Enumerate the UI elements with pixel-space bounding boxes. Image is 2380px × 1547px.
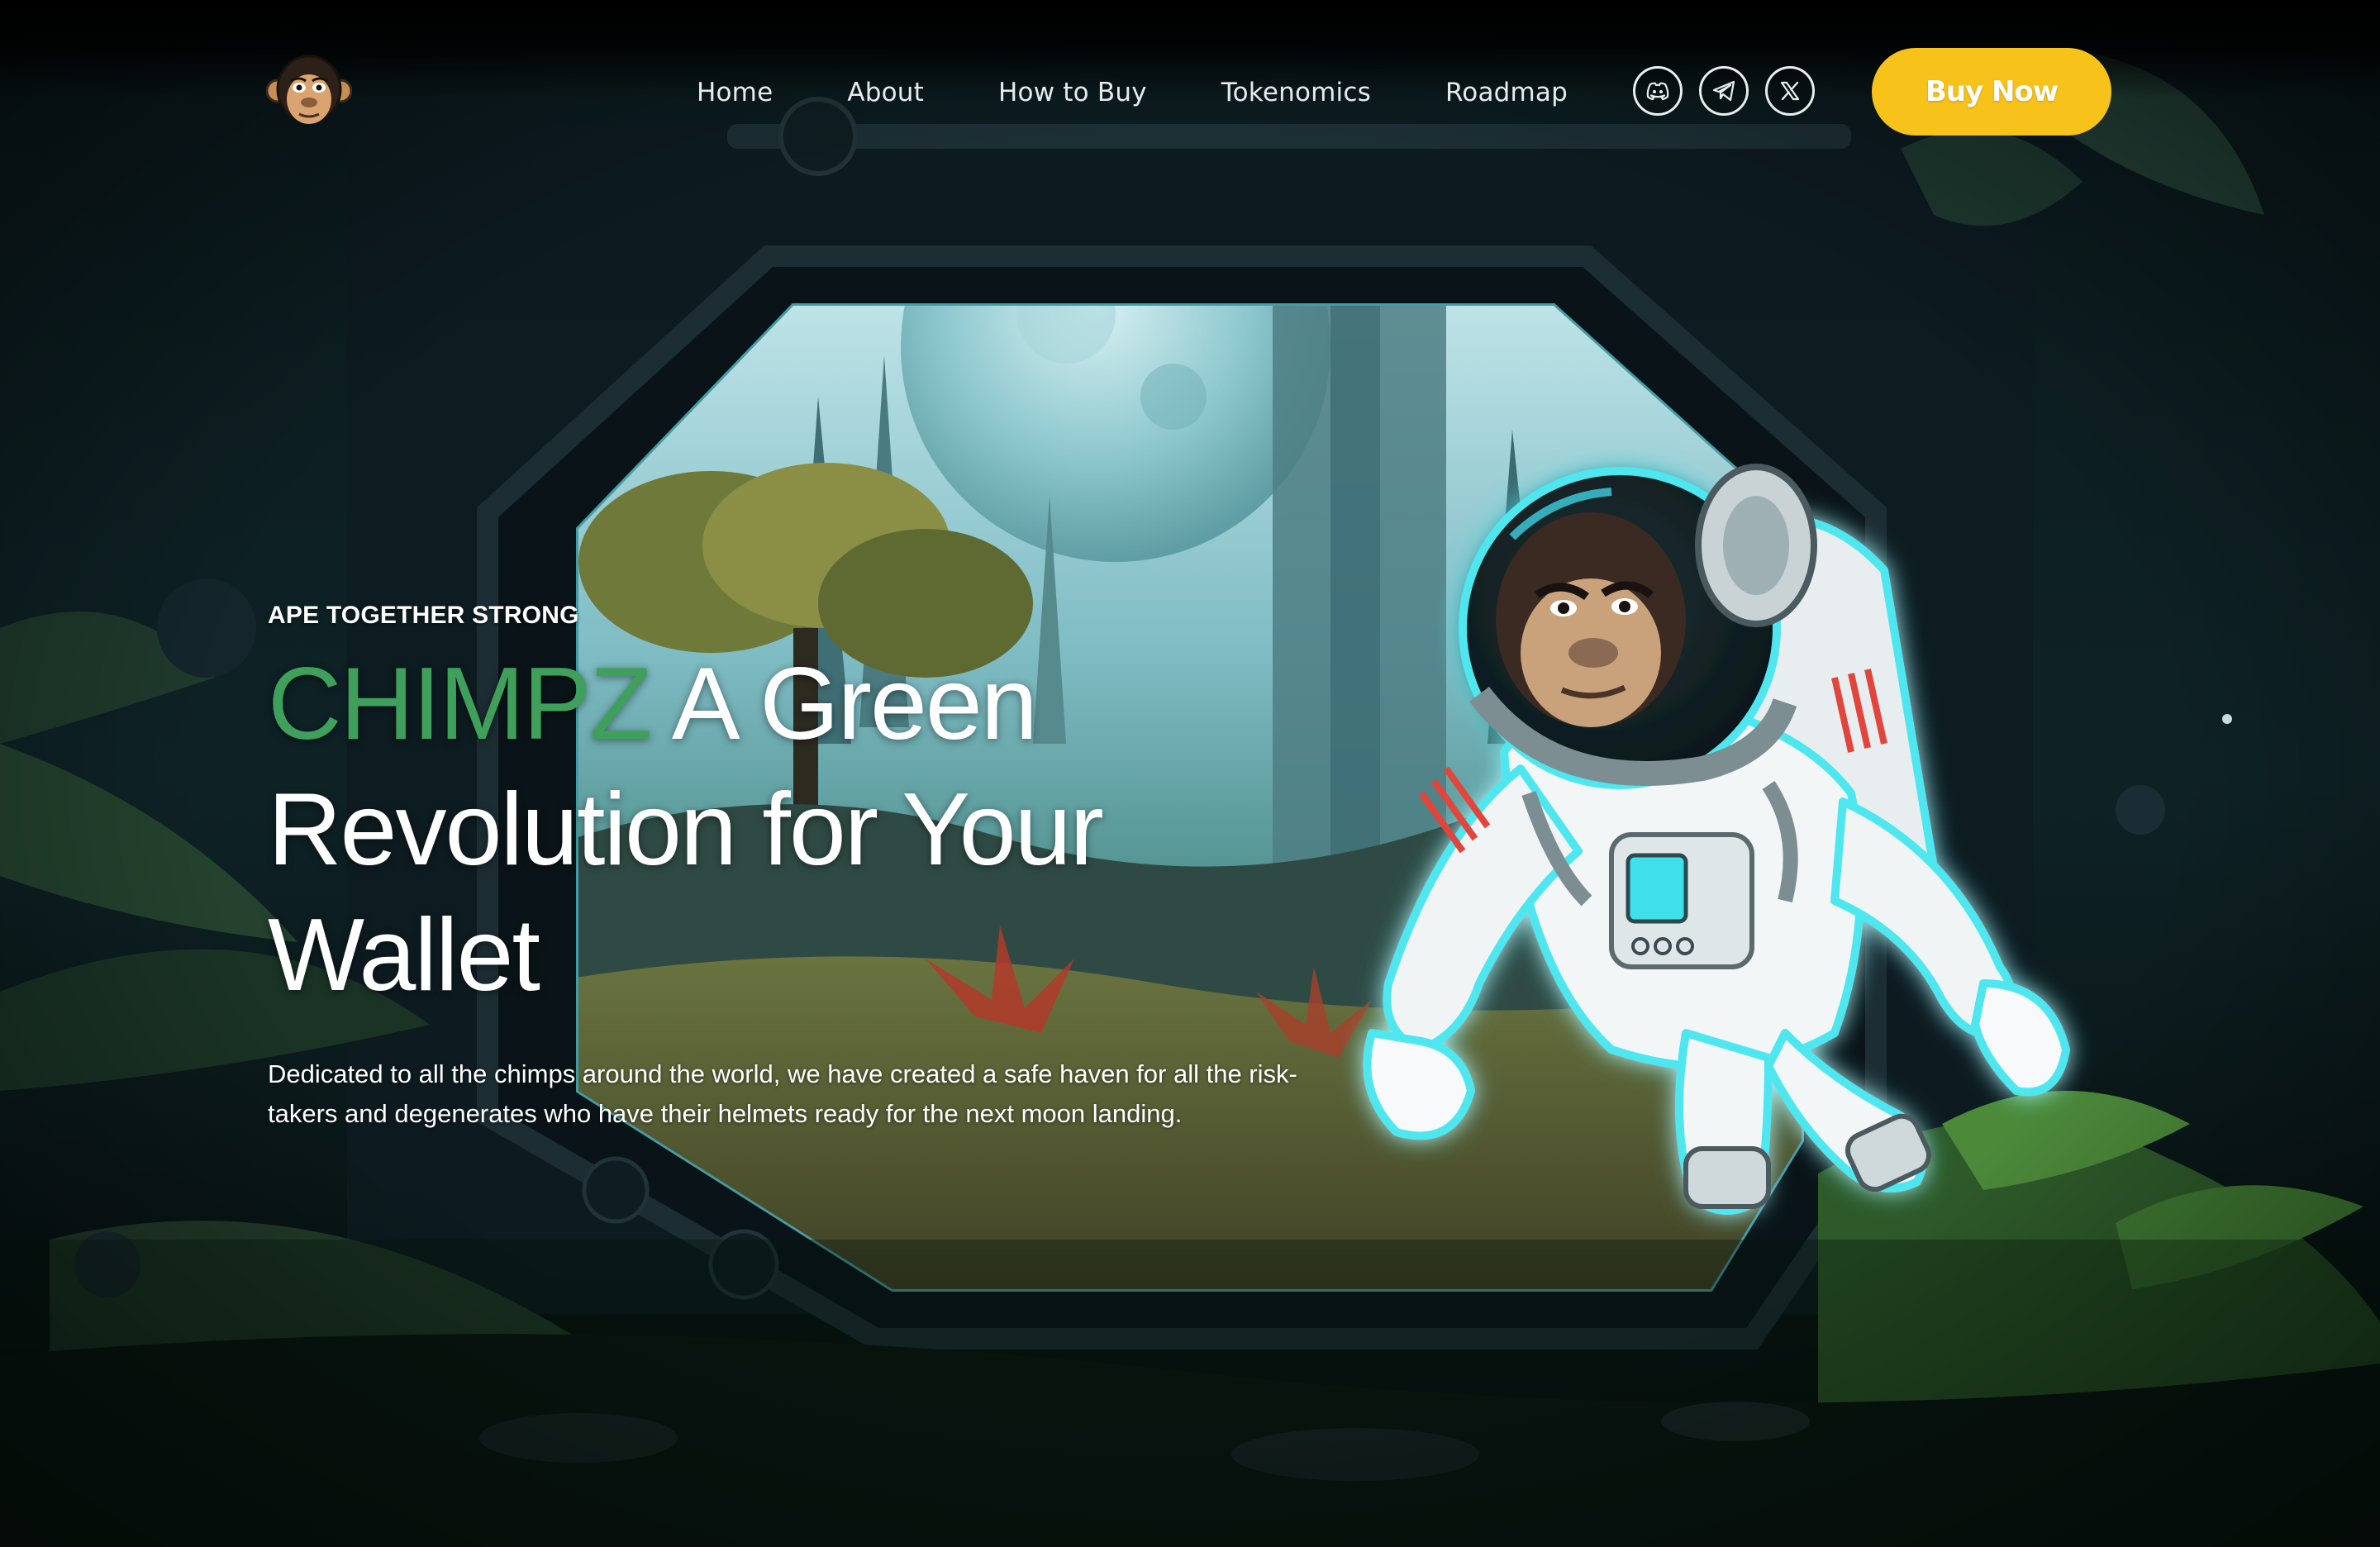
nav-link-home[interactable]: Home — [697, 78, 773, 107]
nav-link-about[interactable]: About — [847, 78, 924, 107]
astronaut-chimp-illustration — [1363, 464, 2070, 1215]
hero-description: Dedicated to all the chimps around the w… — [268, 1059, 1297, 1128]
chimp-logo-icon[interactable] — [265, 53, 353, 129]
hero-tagline: APE TOGETHER STRONG — [268, 602, 579, 629]
nav-link-roadmap[interactable]: Roadmap — [1445, 78, 1568, 107]
top-navbar: Home About How to Buy Tokenomics Roadmap… — [0, 0, 2380, 165]
hero-headline: CHIMPZ A Green Revolution for Your Walle… — [268, 641, 1259, 1018]
telegram-icon[interactable] — [1699, 66, 1749, 116]
x-twitter-icon[interactable] — [1765, 66, 1815, 116]
social-links — [1633, 66, 1815, 116]
nav-link-tokenomics[interactable]: Tokenomics — [1221, 78, 1371, 107]
headline-brand: CHIMPZ — [268, 647, 652, 761]
nav-links: Home About How to Buy Tokenomics Roadmap — [697, 68, 1568, 117]
hero-section: APE TOGETHER STRONG CHIMPZ A Green Revol… — [268, 602, 1375, 1159]
buy-now-button[interactable]: Buy Now — [1872, 48, 2111, 136]
discord-icon[interactable] — [1633, 66, 1683, 116]
nav-link-how-to-buy[interactable]: How to Buy — [998, 78, 1147, 107]
